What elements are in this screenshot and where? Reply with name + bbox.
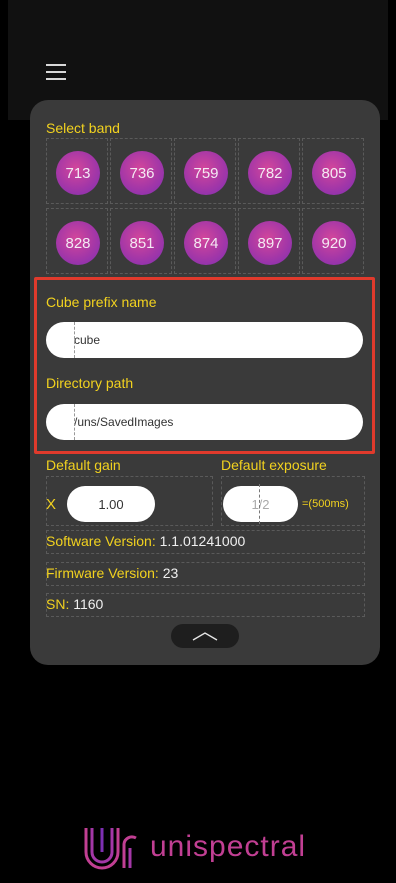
default-gain-label: Default gain	[46, 457, 121, 473]
brand-name: unispectral	[150, 830, 307, 863]
serial-number-value: 1160	[73, 596, 104, 612]
unispectral-logo: unispectral	[80, 822, 340, 872]
band-cell: 782	[238, 138, 300, 204]
exposure-suffix: =(500ms)	[302, 498, 349, 510]
band-cell: 759	[174, 138, 236, 204]
unispectral-logo-icon	[84, 828, 137, 870]
band-cell: 736	[110, 138, 172, 204]
firmware-version-value: 23	[162, 565, 179, 581]
software-version-value: 1.1.01241000	[159, 533, 246, 549]
band-button[interactable]: 897	[248, 221, 292, 265]
firmware-version: Firmware Version: 23	[46, 565, 178, 581]
band-button[interactable]: 874	[184, 221, 228, 265]
highlight-box	[34, 277, 375, 454]
band-cell: 805	[302, 138, 364, 204]
gain-prefix: X	[46, 496, 57, 513]
exposure-guide-line	[259, 484, 260, 524]
band-button[interactable]: 782	[248, 151, 292, 195]
chevron-up-icon	[192, 632, 218, 641]
band-cell: 828	[46, 208, 108, 274]
band-button[interactable]: 828	[56, 221, 100, 265]
software-version-label: Software Version:	[46, 533, 156, 549]
default-exposure-label: Default exposure	[221, 457, 327, 473]
firmware-version-label: Firmware Version:	[46, 565, 159, 581]
serial-number-label: SN:	[46, 596, 70, 612]
band-grid: 713 736 759 782 805 828 851 874 897 920	[46, 138, 364, 274]
band-button[interactable]: 736	[120, 151, 164, 195]
band-button[interactable]: 759	[184, 151, 228, 195]
band-button[interactable]: 851	[120, 221, 164, 265]
collapse-button[interactable]	[171, 624, 239, 648]
band-cell: 713	[46, 138, 108, 204]
gain-input[interactable]: 1.00	[67, 486, 155, 522]
exposure-input[interactable]: 1/2	[223, 486, 298, 522]
band-cell: 897	[238, 208, 300, 274]
serial-number: SN: 1160	[46, 596, 103, 612]
band-cell: 851	[110, 208, 172, 274]
band-cell: 874	[174, 208, 236, 274]
select-band-label: Select band	[46, 120, 120, 136]
band-button[interactable]: 713	[56, 151, 100, 195]
exposure-value: 1/2	[251, 496, 270, 512]
band-button[interactable]: 805	[312, 151, 356, 195]
hamburger-menu-icon[interactable]	[46, 62, 68, 82]
band-button[interactable]: 920	[312, 221, 356, 265]
software-version: Software Version: 1.1.01241000	[46, 533, 245, 549]
band-cell: 920	[302, 208, 364, 274]
